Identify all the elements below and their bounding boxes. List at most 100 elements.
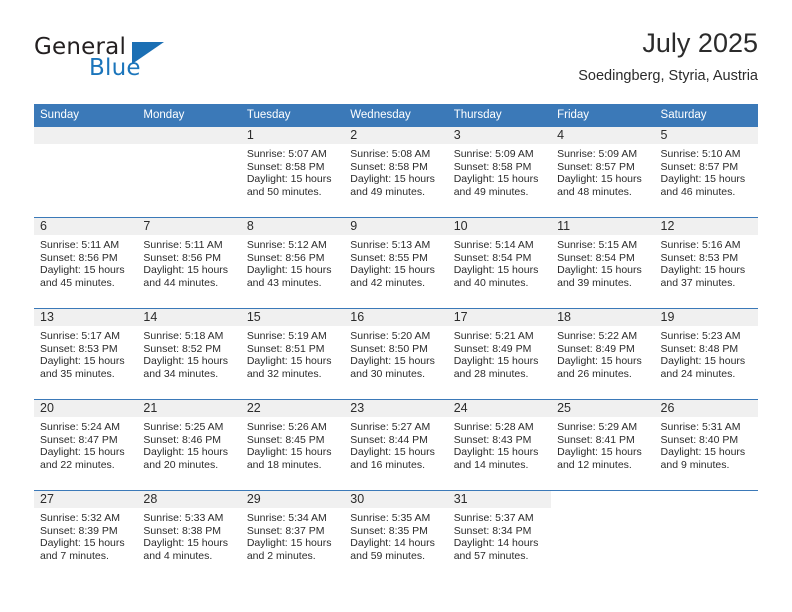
day-number: 9 xyxy=(344,218,448,235)
sunset-text: Sunset: 8:52 PM xyxy=(143,342,222,355)
weekday-header-saturday: Saturday xyxy=(654,104,758,127)
day-cell-22[interactable]: 22 Sunrise: 5:26 AM Sunset: 8:45 PM Dayligh… xyxy=(240,400,345,490)
day-number: 28 xyxy=(137,491,241,508)
sunrise-text: Sunrise: 5:34 AM xyxy=(246,512,327,524)
daylight-text: Daylight: 15 hours and 20 minutes. xyxy=(143,446,229,471)
sunrise-text: Sunrise: 5:09 AM xyxy=(557,148,638,160)
day-number: 6 xyxy=(34,218,138,235)
day-cell-15[interactable]: 15 Sunrise: 5:19 AM Sunset: 8:51 PM Dayligh… xyxy=(240,309,345,399)
day-details: Sunrise: 5:09 AM Sunset: 8:57 PM Daylight:… xyxy=(551,144,654,198)
daylight-text: Daylight: 15 hours and 16 minutes. xyxy=(350,446,435,471)
daylight-text: Daylight: 15 hours and 14 minutes. xyxy=(453,446,539,471)
day-cell-17[interactable]: 17 Sunrise: 5:21 AM Sunset: 8:49 PM Dayligh… xyxy=(447,309,552,399)
daylight-text: Daylight: 15 hours and 49 minutes. xyxy=(350,173,435,198)
day-cell-30[interactable]: 30 Sunrise: 5:35 AM Sunset: 8:35 PM Dayligh… xyxy=(344,491,448,581)
sunset-text: Sunset: 8:39 PM xyxy=(40,524,118,537)
day-cell-24[interactable]: 24 Sunrise: 5:28 AM Sunset: 8:43 PM Dayligh… xyxy=(447,400,552,490)
logo-text-blue: Blue xyxy=(89,55,141,81)
day-cell-1[interactable]: 1 Sunrise: 5:07 AM Sunset: 8:58 PM Daylight… xyxy=(240,127,345,217)
day-number: 24 xyxy=(447,400,552,417)
day-details: Sunrise: 5:09 AM Sunset: 8:58 PM Daylight:… xyxy=(448,144,551,198)
calendar-cell: 10 Sunrise: 5:14 AM Sunset: 8:54 PM Dayligh… xyxy=(447,217,552,309)
day-cell-8[interactable]: 8 Sunrise: 5:12 AM Sunset: 8:56 PM Daylight… xyxy=(240,218,345,308)
daylight-text: Daylight: 15 hours and 35 minutes. xyxy=(40,355,125,380)
calendar-cell: 21 Sunrise: 5:25 AM Sunset: 8:46 PM Dayligh… xyxy=(137,399,241,491)
day-cell-2[interactable]: 2 Sunrise: 5:08 AM Sunset: 8:58 PM Daylight… xyxy=(344,127,448,217)
day-number: 5 xyxy=(654,127,758,144)
calendar-cell: 5 Sunrise: 5:10 AM Sunset: 8:57 PM Daylight… xyxy=(654,127,758,218)
day-cell-18[interactable]: 18 Sunrise: 5:22 AM Sunset: 8:49 PM Dayligh… xyxy=(551,309,655,399)
day-cell-16[interactable]: 16 Sunrise: 5:20 AM Sunset: 8:50 PM Dayligh… xyxy=(344,309,448,399)
weekday-header-thursday: Thursday xyxy=(447,104,552,127)
sunset-text: Sunset: 8:37 PM xyxy=(246,524,325,537)
day-details: Sunrise: 5:15 AM Sunset: 8:54 PM Daylight:… xyxy=(551,235,654,289)
day-number: 12 xyxy=(654,218,758,235)
sunset-text: Sunset: 8:57 PM xyxy=(660,160,739,173)
day-number: 2 xyxy=(344,127,448,144)
day-details: Sunrise: 5:14 AM Sunset: 8:54 PM Daylight:… xyxy=(448,235,551,289)
daylight-text: Daylight: 15 hours and 40 minutes. xyxy=(453,264,539,289)
calendar-cell: 11 Sunrise: 5:15 AM Sunset: 8:54 PM Dayligh… xyxy=(551,217,655,309)
daylight-text: Daylight: 15 hours and 50 minutes. xyxy=(246,173,332,198)
sunrise-text: Sunrise: 5:12 AM xyxy=(246,239,327,251)
day-details: Sunrise: 5:32 AM Sunset: 8:39 PM Daylight:… xyxy=(34,508,137,562)
sunrise-text: Sunrise: 5:15 AM xyxy=(557,239,638,251)
day-cell-23[interactable]: 23 Sunrise: 5:27 AM Sunset: 8:44 PM Dayligh… xyxy=(344,400,448,490)
day-cell-21[interactable]: 21 Sunrise: 5:25 AM Sunset: 8:46 PM Dayligh… xyxy=(137,400,241,490)
day-cell-7[interactable]: 7 Sunrise: 5:11 AM Sunset: 8:56 PM Daylight… xyxy=(137,218,241,308)
day-number: 27 xyxy=(34,491,138,508)
day-cell-13[interactable]: 13 Sunrise: 5:17 AM Sunset: 8:53 PM Dayligh… xyxy=(34,309,138,399)
calendar-cell: 24 Sunrise: 5:28 AM Sunset: 8:43 PM Dayligh… xyxy=(447,399,552,491)
sunrise-text: Sunrise: 5:28 AM xyxy=(453,421,534,433)
location-subtitle: Soedingberg, Styria, Austria xyxy=(578,68,758,84)
day-details: Sunrise: 5:27 AM Sunset: 8:44 PM Daylight:… xyxy=(344,417,447,471)
daylight-text: Daylight: 15 hours and 4 minutes. xyxy=(143,537,229,562)
day-cell-28[interactable]: 28 Sunrise: 5:33 AM Sunset: 8:38 PM Dayligh… xyxy=(137,491,241,581)
day-cell-19[interactable]: 19 Sunrise: 5:23 AM Sunset: 8:48 PM Dayligh… xyxy=(654,309,758,399)
day-cell-4[interactable]: 4 Sunrise: 5:09 AM Sunset: 8:57 PM Daylight… xyxy=(551,127,655,217)
sunset-text: Sunset: 8:56 PM xyxy=(143,251,222,264)
day-number: 15 xyxy=(240,309,345,326)
day-cell-10[interactable]: 10 Sunrise: 5:14 AM Sunset: 8:54 PM Dayligh… xyxy=(447,218,552,308)
day-number: 10 xyxy=(447,218,552,235)
day-cell-20[interactable]: 20 Sunrise: 5:24 AM Sunset: 8:47 PM Dayligh… xyxy=(34,400,138,490)
day-cell-26[interactable]: 26 Sunrise: 5:31 AM Sunset: 8:40 PM Dayligh… xyxy=(654,400,758,490)
day-cell-9[interactable]: 9 Sunrise: 5:13 AM Sunset: 8:55 PM Daylight… xyxy=(344,218,448,308)
day-cell-31[interactable]: 31 Sunrise: 5:37 AM Sunset: 8:34 PM Dayligh… xyxy=(447,491,552,581)
day-number xyxy=(137,127,241,144)
day-number: 18 xyxy=(551,309,655,326)
sunset-text: Sunset: 8:56 PM xyxy=(40,251,118,264)
day-cell-29[interactable]: 29 Sunrise: 5:34 AM Sunset: 8:37 PM Dayligh… xyxy=(240,491,345,581)
sunrise-text: Sunrise: 5:18 AM xyxy=(143,330,224,342)
day-number: 31 xyxy=(447,491,552,508)
day-cell-6[interactable]: 6 Sunrise: 5:11 AM Sunset: 8:56 PM Daylight… xyxy=(34,218,138,308)
day-cell-14[interactable]: 14 Sunrise: 5:18 AM Sunset: 8:52 PM Dayligh… xyxy=(137,309,241,399)
day-number: 3 xyxy=(447,127,552,144)
day-cell-5[interactable]: 5 Sunrise: 5:10 AM Sunset: 8:57 PM Daylight… xyxy=(654,127,758,217)
daylight-text: Daylight: 15 hours and 46 minutes. xyxy=(660,173,746,198)
day-cell-empty xyxy=(551,491,654,581)
day-number: 17 xyxy=(447,309,552,326)
daylight-text: Daylight: 15 hours and 37 minutes. xyxy=(660,264,746,289)
day-cell-empty xyxy=(137,127,241,217)
sunrise-text: Sunrise: 5:17 AM xyxy=(40,330,120,342)
calendar-cell: 22 Sunrise: 5:26 AM Sunset: 8:45 PM Dayligh… xyxy=(240,399,345,491)
day-number: 21 xyxy=(137,400,241,417)
sunset-text: Sunset: 8:49 PM xyxy=(557,342,635,355)
sunrise-text: Sunrise: 5:10 AM xyxy=(660,148,741,160)
sunrise-text: Sunrise: 5:37 AM xyxy=(453,512,534,524)
daylight-text: Daylight: 15 hours and 24 minutes. xyxy=(660,355,746,380)
day-cell-12[interactable]: 12 Sunrise: 5:16 AM Sunset: 8:53 PM Dayligh… xyxy=(654,218,758,308)
day-details: Sunrise: 5:29 AM Sunset: 8:41 PM Daylight:… xyxy=(551,417,654,471)
day-number: 26 xyxy=(654,400,758,417)
sunset-text: Sunset: 8:58 PM xyxy=(350,160,428,173)
day-number: 29 xyxy=(240,491,345,508)
daylight-text: Daylight: 15 hours and 43 minutes. xyxy=(246,264,332,289)
day-number: 14 xyxy=(137,309,241,326)
day-cell-27[interactable]: 27 Sunrise: 5:32 AM Sunset: 8:39 PM Dayligh… xyxy=(34,491,138,581)
day-number xyxy=(34,127,138,144)
day-cell-11[interactable]: 11 Sunrise: 5:15 AM Sunset: 8:54 PM Dayligh… xyxy=(551,218,655,308)
day-cell-3[interactable]: 3 Sunrise: 5:09 AM Sunset: 8:58 PM Daylight… xyxy=(447,127,552,217)
day-details: Sunrise: 5:21 AM Sunset: 8:49 PM Daylight:… xyxy=(448,326,551,380)
day-cell-25[interactable]: 25 Sunrise: 5:29 AM Sunset: 8:41 PM Dayligh… xyxy=(551,400,655,490)
